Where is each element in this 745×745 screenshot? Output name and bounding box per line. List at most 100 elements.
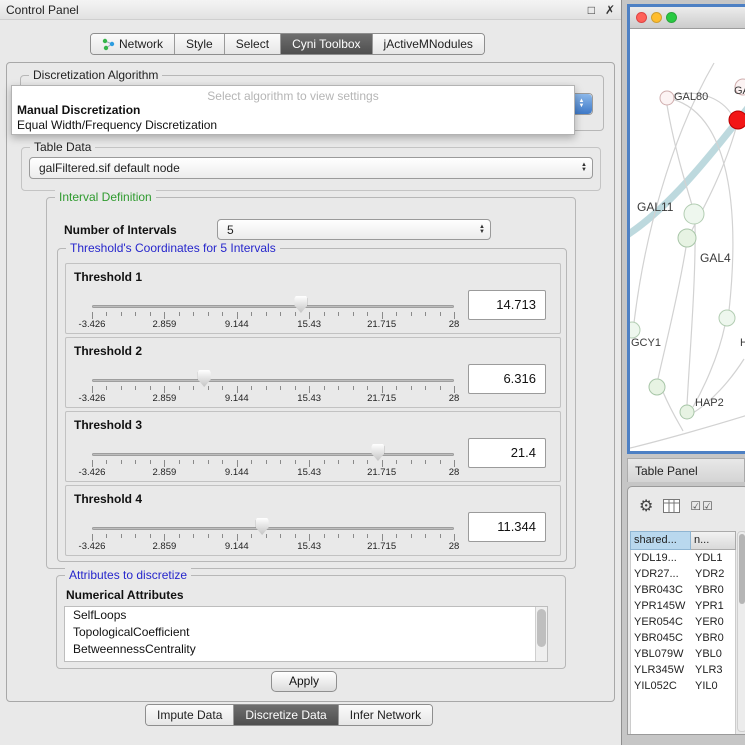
slider-thumb[interactable]: [371, 444, 384, 461]
minimize-traffic-icon[interactable]: [651, 12, 662, 23]
network-node[interactable]: [649, 379, 665, 395]
network-node[interactable]: [660, 91, 674, 105]
tab-jactivemnodules[interactable]: jActiveMNodules: [373, 34, 484, 54]
table-columns-icon[interactable]: [663, 499, 680, 513]
float-window-icon[interactable]: □: [588, 3, 595, 17]
cell-name[interactable]: YBL0: [692, 646, 735, 662]
apply-button[interactable]: Apply: [271, 671, 337, 692]
table-row[interactable]: YBR043CYBR0: [631, 582, 735, 598]
attribute-list-item[interactable]: BetweennessCentrality: [65, 641, 547, 658]
threshold-slider[interactable]: -3.4262.8599.14415.4321.71528: [92, 292, 454, 332]
cell-shared-name[interactable]: YBR045C: [631, 630, 692, 646]
table-row[interactable]: YIL052CYIL0: [631, 678, 735, 694]
algorithm-dropdown-list: Select algorithm to view settings Manual…: [11, 85, 575, 135]
network-node[interactable]: [630, 322, 640, 338]
table-row[interactable]: YPR145WYPR1: [631, 598, 735, 614]
tab-label: Style: [186, 37, 213, 51]
close-traffic-icon[interactable]: [636, 12, 647, 23]
cell-shared-name[interactable]: YLR345W: [631, 662, 692, 678]
cell-shared-name[interactable]: YIL052C: [631, 678, 692, 694]
cell-name[interactable]: YPR1: [692, 598, 735, 614]
cell-shared-name[interactable]: YDR27...: [631, 566, 692, 582]
combobox-arrows-icon[interactable]: ▲▼: [479, 225, 485, 235]
tab-impute-data[interactable]: Impute Data: [146, 705, 234, 725]
cell-shared-name[interactable]: YPR145W: [631, 598, 692, 614]
table-scroll-thumb[interactable]: [739, 534, 745, 604]
cell-shared-name[interactable]: YER054C: [631, 614, 692, 630]
network-node[interactable]: [678, 229, 696, 247]
table-row[interactable]: YDL19...YDL1: [631, 550, 735, 566]
tab-style[interactable]: Style: [175, 34, 225, 54]
column-header-name[interactable]: n...: [691, 531, 736, 550]
slider-track[interactable]: [92, 305, 454, 308]
slider-track[interactable]: [92, 379, 454, 382]
threshold-label: Threshold 3: [74, 418, 142, 432]
cell-name[interactable]: YDR2: [692, 566, 735, 582]
table-panel-toolbar: ⚙ ☑☑: [628, 487, 745, 525]
tab-network[interactable]: Network: [91, 34, 175, 54]
num-intervals-combobox[interactable]: 5 ▲▼: [217, 219, 491, 240]
network-node-label[interactable]: GAL11: [637, 200, 673, 214]
cell-shared-name[interactable]: YBL079W: [631, 646, 692, 662]
network-node[interactable]: [684, 204, 704, 224]
cell-name[interactable]: YIL0: [692, 678, 735, 694]
table-row[interactable]: YBR045CYBR0: [631, 630, 735, 646]
numerical-attributes-label: Numerical Attributes: [66, 588, 184, 602]
slider-scale-label: 28: [449, 541, 460, 552]
column-header-shared-name[interactable]: shared...: [630, 531, 691, 550]
cell-shared-name[interactable]: YDL19...: [631, 550, 692, 566]
tab-discretize-data[interactable]: Discretize Data: [234, 705, 338, 725]
threshold-value-field[interactable]: 6.316: [468, 364, 546, 394]
attributes-scrollbar[interactable]: [535, 607, 547, 661]
attributes-listbox[interactable]: SelfLoopsTopologicalCoefficientBetweenne…: [64, 606, 548, 662]
table-row[interactable]: YER054CYER0: [631, 614, 735, 630]
table-row[interactable]: YBL079WYBL0: [631, 646, 735, 662]
zoom-traffic-icon[interactable]: [666, 12, 677, 23]
dropdown-option[interactable]: Manual Discretization: [12, 103, 574, 118]
slider-thumb[interactable]: [294, 296, 307, 313]
cell-name[interactable]: YLR3: [692, 662, 735, 678]
threshold-value-field[interactable]: 11.344: [468, 512, 546, 542]
slider-thumb[interactable]: [256, 518, 269, 535]
attributes-scroll-thumb[interactable]: [537, 609, 546, 647]
close-window-icon[interactable]: ✗: [605, 3, 615, 17]
network-node-label[interactable]: H: [740, 337, 745, 349]
slider-thumb[interactable]: [198, 370, 211, 387]
table-data-combobox[interactable]: galFiltered.sif default node ▲▼: [29, 157, 593, 179]
table-row[interactable]: YLR345WYLR3: [631, 662, 735, 678]
dropdown-option[interactable]: Equal Width/Frequency Discretization: [12, 118, 574, 133]
network-node[interactable]: [719, 310, 735, 326]
attribute-list-item[interactable]: SelfLoops: [65, 607, 547, 624]
slider-track[interactable]: [92, 453, 454, 456]
threshold-slider[interactable]: -3.4262.8599.14415.4321.71528: [92, 440, 454, 480]
table-panel-header[interactable]: Table Panel: [627, 458, 745, 482]
threshold-slider[interactable]: -3.4262.8599.14415.4321.71528: [92, 366, 454, 406]
threshold-slider[interactable]: -3.4262.8599.14415.4321.71528: [92, 514, 454, 554]
network-canvas[interactable]: GAL80 GA GAL11 GAL4 GCY1 H HAP2: [630, 29, 745, 450]
network-node[interactable]: [680, 405, 694, 419]
threshold-value-field[interactable]: 14.713: [468, 290, 546, 320]
tab-select[interactable]: Select: [225, 34, 281, 54]
attribute-list-item[interactable]: TopologicalCoefficient: [65, 624, 547, 641]
network-node[interactable]: [729, 111, 745, 129]
network-node-label[interactable]: HAP2: [695, 397, 724, 409]
gear-icon[interactable]: ⚙: [639, 496, 653, 516]
network-node-label[interactable]: GAL80: [674, 91, 708, 103]
cell-shared-name[interactable]: YBR043C: [631, 582, 692, 598]
threshold-value-field[interactable]: 21.4: [468, 438, 546, 468]
slider-scale-label: 2.859: [153, 467, 177, 478]
select-columns-checkbox-icons[interactable]: ☑☑: [690, 499, 714, 513]
slider-track[interactable]: [92, 527, 454, 530]
tab-infer-network[interactable]: Infer Network: [339, 705, 432, 725]
cell-name[interactable]: YER0: [692, 614, 735, 630]
network-node-label[interactable]: GA: [734, 85, 745, 97]
cell-name[interactable]: YDL1: [692, 550, 735, 566]
network-node-label[interactable]: GAL4: [700, 251, 731, 265]
cell-name[interactable]: YBR0: [692, 630, 735, 646]
table-row[interactable]: YDR27...YDR2: [631, 566, 735, 582]
combobox-arrows-icon[interactable]: ▲▼: [581, 163, 587, 173]
network-node-label[interactable]: GCY1: [631, 337, 661, 349]
tab-cyni-toolbox[interactable]: Cyni Toolbox: [281, 34, 372, 54]
cell-name[interactable]: YBR0: [692, 582, 735, 598]
table-scrollbar[interactable]: [737, 531, 745, 732]
